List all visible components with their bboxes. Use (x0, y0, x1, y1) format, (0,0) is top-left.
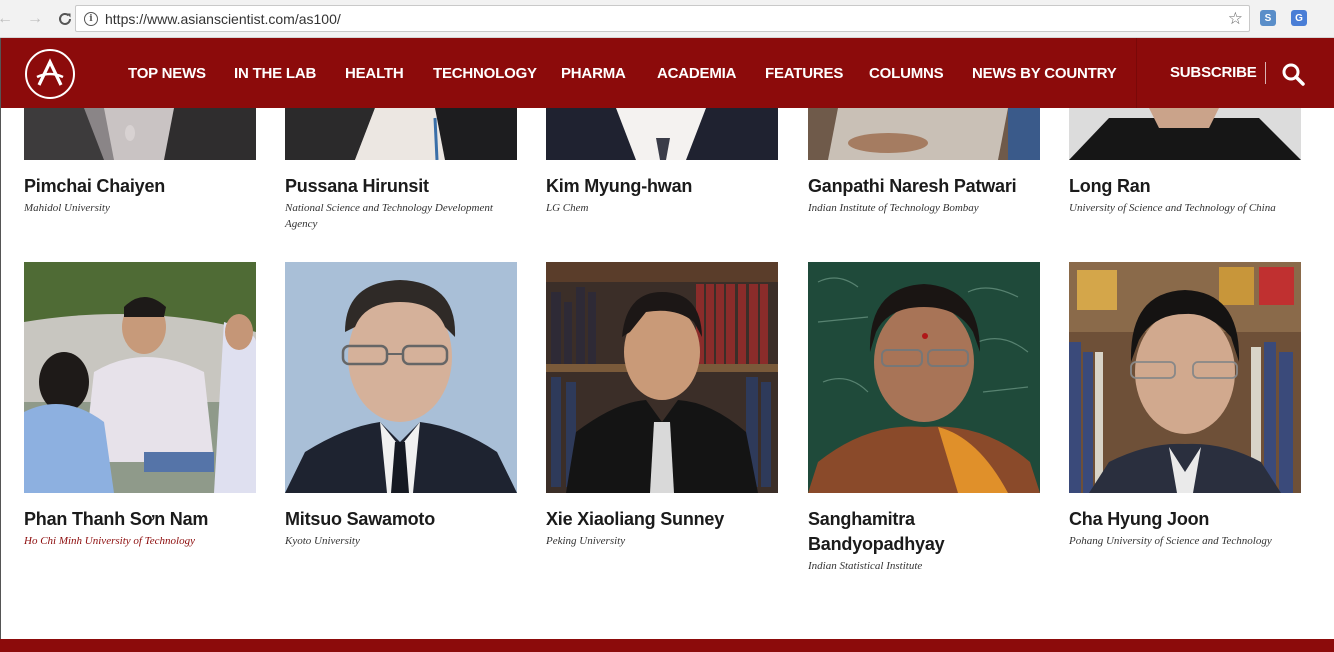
info-icon[interactable]: i (84, 11, 98, 26)
person-photo[interactable] (24, 108, 256, 160)
person-name[interactable]: Pimchai Chaiyen (24, 174, 256, 199)
person-name[interactable]: Cha Hyung Joon (1069, 507, 1301, 532)
person-affiliation: Indian Statistical Institute (808, 560, 923, 572)
person-photo[interactable] (546, 262, 778, 493)
person-name[interactable]: Mitsuo Sawamoto (285, 507, 517, 532)
logo-a-icon (36, 58, 64, 86)
person-affiliation: Indian Institute of Technology Bombay (808, 202, 979, 214)
forward-arrow-icon[interactable]: → (24, 8, 46, 30)
nav-features[interactable]: FEATURES (765, 65, 843, 82)
search-icon[interactable] (1281, 62, 1305, 86)
person-name[interactable]: Xie Xiaoliang Sunney (546, 507, 778, 532)
person-name[interactable]: Pussana Hirunsit (285, 174, 517, 199)
translate-extension-icon[interactable]: G (1291, 10, 1307, 26)
page-edge (0, 38, 1, 639)
person-affiliation: Pohang University of Science and Technol… (1069, 535, 1272, 547)
person-affiliation: LG Chem (546, 202, 589, 214)
subscribe-link[interactable]: SUBSCRIBE (1170, 64, 1257, 81)
person-affiliation: University of Science and Technology of … (1069, 202, 1276, 214)
footer-bar (0, 639, 1334, 652)
person-photo[interactable] (285, 262, 517, 493)
person-affiliation: Mahidol University (24, 202, 110, 214)
nav-academia[interactable]: ACADEMIA (657, 65, 736, 82)
extension-icon[interactable]: S (1260, 10, 1276, 26)
person-name[interactable]: Long Ran (1069, 174, 1301, 199)
nav-pharma[interactable]: PHARMA (561, 65, 626, 82)
site-logo[interactable] (25, 49, 75, 99)
reload-icon[interactable] (54, 8, 76, 30)
person-photo[interactable] (1069, 262, 1301, 493)
site-header: TOP NEWS IN THE LAB HEALTH TECHNOLOGY PH… (0, 38, 1334, 108)
browser-toolbar: ← → i https://www.asianscientist.com/as1… (0, 0, 1334, 38)
person-photo[interactable] (546, 108, 778, 160)
person-name[interactable]: Sanghamitra Bandyopadhyay (808, 507, 958, 557)
nav-technology[interactable]: TECHNOLOGY (433, 65, 537, 82)
bookmark-star-icon[interactable]: ☆ (1228, 9, 1243, 29)
person-affiliation-link[interactable]: Ho Chi Minh University of Technology (24, 533, 256, 549)
person-affiliation: National Science and Technology Developm… (285, 202, 493, 230)
person-name[interactable]: Phan Thanh Sơn Nam (24, 507, 256, 532)
back-arrow-icon[interactable]: ← (0, 8, 16, 30)
person-name[interactable]: Kim Myung-hwan (546, 174, 778, 199)
person-photo[interactable] (24, 262, 256, 493)
nav-top-news[interactable]: TOP NEWS (128, 65, 206, 82)
person-affiliation: Kyoto University (285, 535, 360, 547)
person-photo[interactable] (808, 262, 1040, 493)
nav-in-the-lab[interactable]: IN THE LAB (234, 65, 316, 82)
url-text[interactable]: https://www.asianscientist.com/as100/ (105, 11, 341, 27)
subscribe-divider (1265, 62, 1266, 84)
nav-news-by-country[interactable]: NEWS BY COUNTRY (972, 65, 1117, 82)
person-name[interactable]: Ganpathi Naresh Patwari (808, 174, 1040, 199)
person-photo[interactable] (1069, 108, 1301, 160)
person-affiliation: Peking University (546, 535, 626, 547)
person-photo[interactable] (808, 108, 1040, 160)
nav-columns[interactable]: COLUMNS (869, 65, 944, 82)
nav-health[interactable]: HEALTH (345, 65, 404, 82)
address-bar[interactable]: i https://www.asianscientist.com/as100/ … (75, 5, 1250, 32)
person-photo[interactable] (285, 108, 517, 160)
nav-divider (1136, 38, 1137, 108)
